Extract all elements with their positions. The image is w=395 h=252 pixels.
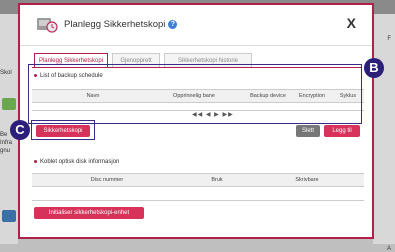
dialog-titlebar: Planlegg Sikkerhetskopi? X (20, 5, 372, 46)
column-header[interactable]: Disc nummer (72, 174, 142, 187)
background-icon (2, 210, 16, 222)
background-label: Skol (0, 70, 12, 76)
background-label: A (386, 246, 391, 252)
init-backup-device-button[interactable]: Initialiser sikkerhetskopi-enhet (34, 207, 144, 219)
disk-table-header: Disc nummer Bruk Skrivbare (32, 173, 364, 187)
disk-info-title: Koblet optisk disk informasjon (34, 159, 119, 165)
bullet-icon (34, 159, 37, 163)
background-label: Be (0, 132, 8, 138)
background-label: F (387, 36, 391, 42)
background-icon (2, 98, 16, 110)
add-button[interactable]: Legg til (324, 125, 360, 137)
annotation-label-c: C (10, 120, 30, 140)
backup-schedule-icon (37, 18, 58, 33)
help-icon[interactable]: ? (168, 19, 178, 29)
annotation-label-b: B (364, 58, 384, 78)
background-label: gnu (0, 148, 11, 154)
delete-button[interactable]: Slett (296, 125, 320, 137)
column-header[interactable]: Skrivbare (272, 174, 342, 187)
dialog-title: Planlegg Sikkerhetskopi? (64, 19, 178, 30)
column-header[interactable]: Bruk (182, 174, 252, 187)
disk-table-body (32, 187, 364, 201)
highlight-box-b (28, 64, 362, 124)
background-label: Infra (0, 140, 13, 146)
background-right-panel: F A (373, 14, 395, 252)
close-icon[interactable]: X (347, 15, 356, 31)
highlight-box-c (31, 120, 95, 140)
